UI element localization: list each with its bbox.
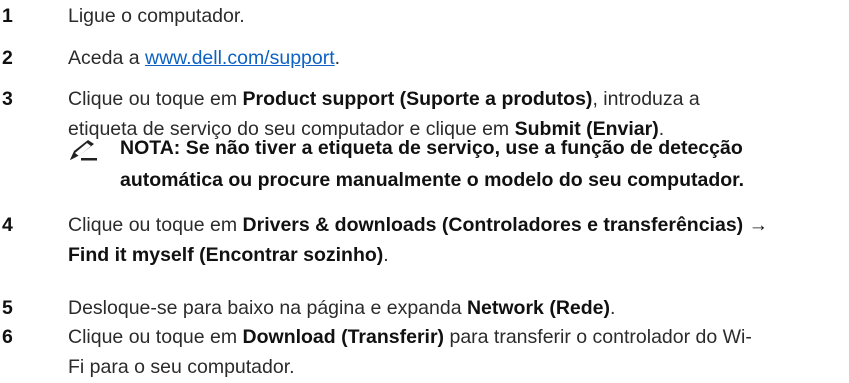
note-line: NOTA: Se não tiver a etiqueta de serviço… (120, 137, 743, 159)
step-text-mid: , introduza a (592, 88, 700, 110)
step-number: 1 (2, 5, 13, 27)
step-text: Clique ou toque em Drivers & downloads (… (68, 210, 849, 270)
step-text: Desloque-se para baixo na página e expan… (68, 293, 849, 323)
step-text-after: . (334, 47, 341, 69)
download-label: Download (Transferir) (242, 326, 445, 348)
find-it-myself-label: Find it myself (Encontrar sozinho) (68, 244, 384, 266)
step-text-pre: Clique ou toque em (68, 214, 243, 236)
pencil-note-icon (68, 138, 100, 162)
step-number: 2 (2, 47, 13, 69)
note-line: automática ou procure manualmente o mode… (120, 169, 745, 191)
support-link[interactable]: www.dell.com/support (145, 47, 335, 69)
network-label: Network (Rede) (466, 297, 610, 319)
product-support-label: Product support (Suporte a produtos) (242, 88, 593, 110)
step-number: 5 (2, 297, 13, 319)
step-text-post: . (383, 244, 389, 266)
step-line: Find it myself (Encontrar sozinho). (68, 240, 849, 270)
step-number: 4 (2, 214, 13, 236)
step-text-mid: para transferir o controlador do Wi- (444, 326, 752, 348)
step-line: Clique ou toque em Download (Transferir)… (68, 322, 849, 352)
step-line: Clique ou toque em Drivers & downloads (… (68, 210, 849, 240)
step-text-pre: Clique ou toque em (68, 326, 243, 348)
step-text-post: . (610, 297, 616, 319)
step-line: Fi para o seu computador. (68, 356, 295, 378)
step-text: Aceda a www.dell.com/support. (68, 43, 849, 73)
step-text: Ligue o computador. (68, 5, 245, 27)
note-text: NOTA: Se não tiver a etiqueta de serviço… (120, 132, 849, 196)
step-text-pre: Clique ou toque em (68, 88, 243, 110)
step-text-before: Aceda a (68, 47, 145, 69)
step-text-pre: Desloque-se para baixo na página e expan… (68, 297, 467, 319)
step-line: Clique ou toque em Product support (Supo… (68, 84, 849, 114)
step-number: 3 (2, 88, 13, 110)
step-number: 6 (2, 326, 13, 348)
step-text: Clique ou toque em Download (Transferir)… (68, 322, 849, 382)
drivers-downloads-label: Drivers & downloads (Controladores e tra… (242, 214, 769, 236)
